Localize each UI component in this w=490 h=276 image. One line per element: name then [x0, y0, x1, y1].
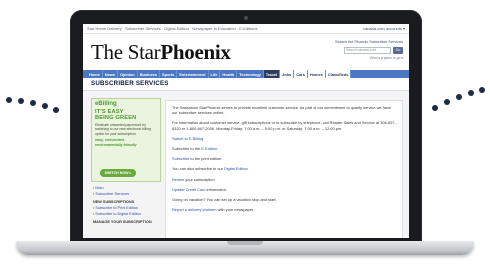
left-links: Main Subscriber Services NEW SUBSCRIPTIO…	[91, 185, 161, 225]
dot-right-3	[456, 94, 462, 100]
laptop-screen: Star Home Delivery · Subscriber Services…	[83, 24, 409, 238]
renew-text: your subscription	[184, 176, 215, 182]
camera-icon	[244, 16, 248, 20]
dot-right-2	[444, 99, 450, 105]
dot-left-1	[6, 97, 12, 103]
switch-now-button[interactable]: SWITCH NOW ▸	[100, 169, 136, 177]
nav-jobs[interactable]: Jobs	[280, 70, 295, 78]
dot-right-4	[468, 90, 474, 96]
nav-life[interactable]: Life	[209, 70, 221, 78]
masthead: The StarPhoenix Search the Phoenix Subsc…	[83, 34, 409, 70]
promo-tagline-2: environmentally friendly	[95, 142, 137, 147]
left-link-digital-edition[interactable]: Subscribe to Digital Edition	[93, 211, 161, 217]
main-nav: Home News Opinion Business Sports Entert…	[83, 70, 409, 78]
promo-headline: IT'S EASY BEING GREEN	[92, 107, 160, 121]
search-note: Who is a place to go ▾	[369, 56, 403, 60]
logo-the: The	[91, 39, 128, 64]
credit-card-text: information.	[205, 186, 227, 192]
dot-left-3	[30, 100, 36, 106]
search-button[interactable]: Go	[393, 47, 403, 54]
switch-ebilling-link[interactable]: Switch to E-Billing	[172, 136, 203, 141]
main-content: The Saskatoon StarPhoenix strives to pro…	[165, 100, 403, 238]
ebilling-word: Billing	[98, 101, 117, 107]
ebilling-logo: eBilling	[92, 99, 160, 107]
laptop-base	[16, 241, 474, 255]
nav-classifieds[interactable]: Classifieds	[325, 70, 352, 78]
nav-business[interactable]: Business	[138, 70, 160, 78]
dot-left-5	[53, 107, 59, 113]
left-column: eBilling IT'S EASY BEING GREEN Eliminate…	[91, 98, 161, 238]
nav-technology[interactable]: Technology	[237, 70, 264, 78]
left-header-manage: MANAGE YOUR SUBSCRIPTION	[93, 220, 152, 224]
delivery-text: with your newspaper.	[216, 207, 255, 213]
nav-home[interactable]: Home	[87, 70, 103, 78]
nav-health[interactable]: Health	[220, 70, 238, 78]
print-text: to the print edition.	[189, 156, 223, 162]
ebilling-promo[interactable]: eBilling IT'S EASY BEING GREEN Eliminate…	[91, 98, 161, 182]
nav-entertainment[interactable]: Entertainment	[177, 70, 209, 78]
laptop-lid: Star Home Delivery · Subscriber Services…	[70, 10, 422, 246]
nav-opinion[interactable]: Opinion	[118, 70, 138, 78]
account-link[interactable]: canada.com accounts ▾	[363, 26, 405, 31]
nav-homes[interactable]: Homes	[307, 70, 326, 78]
page-title: SUBSCRIBER SERVICES	[83, 78, 409, 91]
contact-paragraph: For information about customer service, …	[172, 120, 396, 131]
logo-phoenix: Phoenix	[160, 39, 231, 64]
subscribe-print-link[interactable]: Subscribe	[172, 156, 189, 161]
renew-link[interactable]: Renew	[172, 177, 184, 182]
search-title: Search the Phoenix Subscriber Services	[335, 40, 403, 44]
search-input[interactable]: Search canada.com	[344, 47, 391, 54]
dot-left-2	[18, 98, 24, 104]
top-links[interactable]: Star Home Delivery · Subscriber Services…	[87, 26, 258, 31]
nav-news[interactable]: News	[103, 70, 118, 78]
site-logo[interactable]: The StarPhoenix	[91, 40, 231, 65]
dot-left-4	[42, 103, 48, 109]
digital-edition-link[interactable]: Digital Edition	[224, 166, 248, 171]
promo-tagline: easy, convenient, environmentally friend…	[92, 136, 160, 147]
site-top-bar: Star Home Delivery · Subscriber Services…	[83, 24, 409, 34]
update-credit-card-link[interactable]: Update Credit Card	[172, 187, 206, 192]
intro-paragraph: The Saskatoon StarPhoenix strives to pro…	[172, 105, 392, 116]
nav-travel[interactable]: Travel	[263, 70, 281, 78]
dot-right-1	[432, 105, 438, 111]
digital-text: You can also subscribe to our	[172, 166, 224, 172]
logo-star: Star	[127, 39, 161, 64]
dot-right-5	[479, 87, 485, 93]
promo-body: Eliminate unwanted paperwork by switchin…	[95, 123, 151, 136]
delivery-line: Report a delivery problem with your news…	[166, 207, 402, 212]
nav-sports[interactable]: Sports	[160, 70, 178, 78]
nav-cars[interactable]: Cars	[294, 70, 308, 78]
eedition-text: Subscribe to the	[172, 146, 202, 152]
report-delivery-link[interactable]: Report a delivery problem	[172, 207, 217, 212]
left-link-subscriber-services[interactable]: Subscriber Services	[93, 191, 161, 197]
trackpad-notch	[227, 241, 263, 245]
eedition-link[interactable]: E-Edition.	[201, 146, 218, 151]
search-area: Search the Phoenix Subscriber Services S…	[325, 40, 403, 60]
